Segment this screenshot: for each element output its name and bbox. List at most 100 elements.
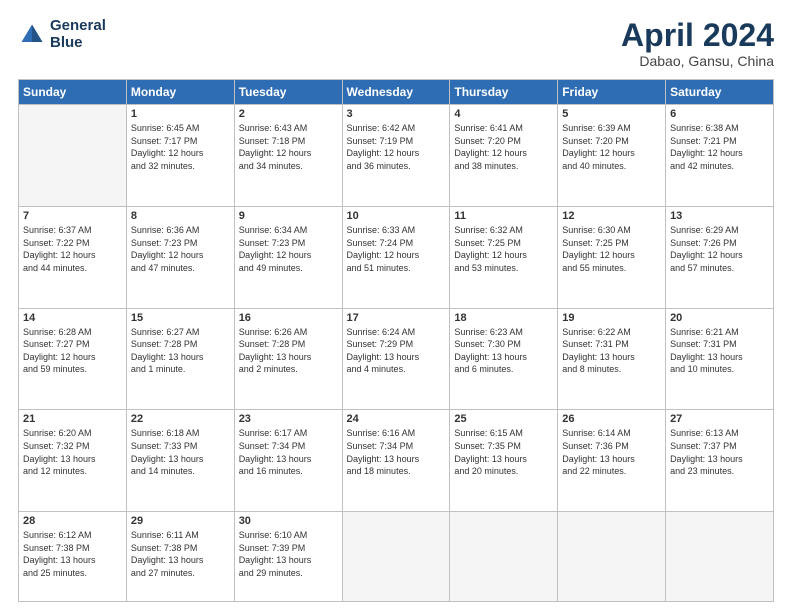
table-row: 29 Sunrise: 6:11 AM Sunset: 7:38 PM Dayli…	[126, 512, 234, 602]
page: General Blue April 2024 Dabao, Gansu, Ch…	[0, 0, 792, 612]
day-info: Sunrise: 6:20 AM Sunset: 7:32 PM Dayligh…	[23, 427, 122, 477]
table-row: 7Sunrise: 6:37 AM Sunset: 7:22 PM Daylig…	[19, 206, 127, 308]
day-number: 10	[347, 210, 446, 222]
table-row	[450, 512, 558, 602]
day-info: Sunrise: 6:45 AM Sunset: 7:17 PM Dayligh…	[131, 122, 230, 172]
day-info: Sunrise: 6:11 AM Sunset: 7:38 PM Dayligh…	[131, 529, 230, 579]
table-row: 12 Sunrise: 6:30 AM Sunset: 7:25 PM Dayli…	[558, 206, 666, 308]
day-info: Sunrise: 6:16 AM Sunset: 7:34 PM Dayligh…	[347, 427, 446, 477]
day-number: 29	[131, 515, 230, 527]
day-info: Sunrise: 6:10 AM Sunset: 7:39 PM Dayligh…	[239, 529, 338, 579]
day-info: Sunrise: 6:42 AM Sunset: 7:19 PM Dayligh…	[347, 122, 446, 172]
day-info: Sunrise: 6:15 AM Sunset: 7:35 PM Dayligh…	[454, 427, 553, 477]
day-number: 8	[131, 210, 230, 222]
day-number: 19	[562, 312, 661, 324]
day-info: Sunrise: 6:29 AM Sunset: 7:26 PM Dayligh…	[670, 224, 769, 274]
day-number: 5	[562, 108, 661, 120]
day-number: 24	[347, 413, 446, 425]
day-number: 14	[23, 312, 122, 324]
col-friday: Friday	[558, 80, 666, 105]
day-number: 12	[562, 210, 661, 222]
logo: General Blue	[18, 18, 106, 51]
title-area: April 2024 Dabao, Gansu, China	[621, 18, 774, 69]
day-info: Sunrise: 6:36 AM Sunset: 7:23 PM Dayligh…	[131, 224, 230, 274]
day-number: 17	[347, 312, 446, 324]
day-number: 20	[670, 312, 769, 324]
day-info: Sunrise: 6:32 AM Sunset: 7:25 PM Dayligh…	[454, 224, 553, 274]
month-title: April 2024	[621, 18, 774, 53]
day-info: Sunrise: 6:27 AM Sunset: 7:28 PM Dayligh…	[131, 326, 230, 376]
day-number: 28	[23, 515, 122, 527]
table-row: 26 Sunrise: 6:14 AM Sunset: 7:36 PM Dayli…	[558, 410, 666, 512]
day-number: 18	[454, 312, 553, 324]
day-info: Sunrise: 6:12 AM Sunset: 7:38 PM Dayligh…	[23, 529, 122, 579]
table-row: 9 Sunrise: 6:34 AM Sunset: 7:23 PM Daylig…	[234, 206, 342, 308]
day-number: 2	[239, 108, 338, 120]
col-sunday: Sunday	[19, 80, 127, 105]
day-info: Sunrise: 6:34 AM Sunset: 7:23 PM Dayligh…	[239, 224, 338, 274]
day-number: 9	[239, 210, 338, 222]
table-row: 25 Sunrise: 6:15 AM Sunset: 7:35 PM Dayli…	[450, 410, 558, 512]
day-info: Sunrise: 6:18 AM Sunset: 7:33 PM Dayligh…	[131, 427, 230, 477]
location-subtitle: Dabao, Gansu, China	[621, 53, 774, 69]
day-number: 27	[670, 413, 769, 425]
table-row: 28 Sunrise: 6:12 AM Sunset: 7:38 PM Dayli…	[19, 512, 127, 602]
table-row	[558, 512, 666, 602]
logo-icon	[18, 21, 46, 49]
day-info: Sunrise: 6:30 AM Sunset: 7:25 PM Dayligh…	[562, 224, 661, 274]
day-number: 15	[131, 312, 230, 324]
col-monday: Monday	[126, 80, 234, 105]
table-row: 11Sunrise: 6:32 AM Sunset: 7:25 PM Dayli…	[450, 206, 558, 308]
day-number: 22	[131, 413, 230, 425]
day-info: Sunrise: 6:28 AM Sunset: 7:27 PM Dayligh…	[23, 326, 122, 376]
day-number: 26	[562, 413, 661, 425]
table-row: 30 Sunrise: 6:10 AM Sunset: 7:39 PM Dayli…	[234, 512, 342, 602]
table-row: 2 Sunrise: 6:43 AM Sunset: 7:18 PM Daylig…	[234, 105, 342, 207]
col-thursday: Thursday	[450, 80, 558, 105]
day-info: Sunrise: 6:23 AM Sunset: 7:30 PM Dayligh…	[454, 326, 553, 376]
table-row: 17 Sunrise: 6:24 AM Sunset: 7:29 PM Dayli…	[342, 308, 450, 410]
day-info: Sunrise: 6:14 AM Sunset: 7:36 PM Dayligh…	[562, 427, 661, 477]
table-row: 15 Sunrise: 6:27 AM Sunset: 7:28 PM Dayli…	[126, 308, 234, 410]
table-row: 20 Sunrise: 6:21 AM Sunset: 7:31 PM Dayli…	[666, 308, 774, 410]
day-number: 21	[23, 413, 122, 425]
calendar-header-row: Sunday Monday Tuesday Wednesday Thursday…	[19, 80, 774, 105]
day-number: 1	[131, 108, 230, 120]
col-tuesday: Tuesday	[234, 80, 342, 105]
calendar-table: Sunday Monday Tuesday Wednesday Thursday…	[18, 79, 774, 602]
col-saturday: Saturday	[666, 80, 774, 105]
table-row: 5 Sunrise: 6:39 AM Sunset: 7:20 PM Daylig…	[558, 105, 666, 207]
header: General Blue April 2024 Dabao, Gansu, Ch…	[18, 18, 774, 69]
table-row: 6Sunrise: 6:38 AM Sunset: 7:21 PM Daylig…	[666, 105, 774, 207]
day-number: 25	[454, 413, 553, 425]
table-row: 24 Sunrise: 6:16 AM Sunset: 7:34 PM Dayli…	[342, 410, 450, 512]
day-info: Sunrise: 6:37 AM Sunset: 7:22 PM Dayligh…	[23, 224, 122, 274]
day-info: Sunrise: 6:41 AM Sunset: 7:20 PM Dayligh…	[454, 122, 553, 172]
day-info: Sunrise: 6:22 AM Sunset: 7:31 PM Dayligh…	[562, 326, 661, 376]
day-number: 3	[347, 108, 446, 120]
day-number: 13	[670, 210, 769, 222]
day-info: Sunrise: 6:39 AM Sunset: 7:20 PM Dayligh…	[562, 122, 661, 172]
table-row: 22 Sunrise: 6:18 AM Sunset: 7:33 PM Dayli…	[126, 410, 234, 512]
table-row: 1 Sunrise: 6:45 AM Sunset: 7:17 PM Daylig…	[126, 105, 234, 207]
table-row: 18 Sunrise: 6:23 AM Sunset: 7:30 PM Dayli…	[450, 308, 558, 410]
table-row: 21 Sunrise: 6:20 AM Sunset: 7:32 PM Dayli…	[19, 410, 127, 512]
day-number: 4	[454, 108, 553, 120]
table-row: 3 Sunrise: 6:42 AM Sunset: 7:19 PM Daylig…	[342, 105, 450, 207]
table-row	[19, 105, 127, 207]
day-number: 30	[239, 515, 338, 527]
table-row: 23Sunrise: 6:17 AM Sunset: 7:34 PM Dayli…	[234, 410, 342, 512]
day-info: Sunrise: 6:24 AM Sunset: 7:29 PM Dayligh…	[347, 326, 446, 376]
table-row: 10Sunrise: 6:33 AM Sunset: 7:24 PM Dayli…	[342, 206, 450, 308]
day-info: Sunrise: 6:13 AM Sunset: 7:37 PM Dayligh…	[670, 427, 769, 477]
day-info: Sunrise: 6:38 AM Sunset: 7:21 PM Dayligh…	[670, 122, 769, 172]
table-row	[666, 512, 774, 602]
table-row: 8 Sunrise: 6:36 AM Sunset: 7:23 PM Daylig…	[126, 206, 234, 308]
logo-text: General Blue	[50, 18, 106, 51]
day-number: 23	[239, 413, 338, 425]
table-row: 13 Sunrise: 6:29 AM Sunset: 7:26 PM Dayli…	[666, 206, 774, 308]
day-info: Sunrise: 6:21 AM Sunset: 7:31 PM Dayligh…	[670, 326, 769, 376]
day-info: Sunrise: 6:43 AM Sunset: 7:18 PM Dayligh…	[239, 122, 338, 172]
table-row: 19 Sunrise: 6:22 AM Sunset: 7:31 PM Dayli…	[558, 308, 666, 410]
table-row: 27 Sunrise: 6:13 AM Sunset: 7:37 PM Dayli…	[666, 410, 774, 512]
